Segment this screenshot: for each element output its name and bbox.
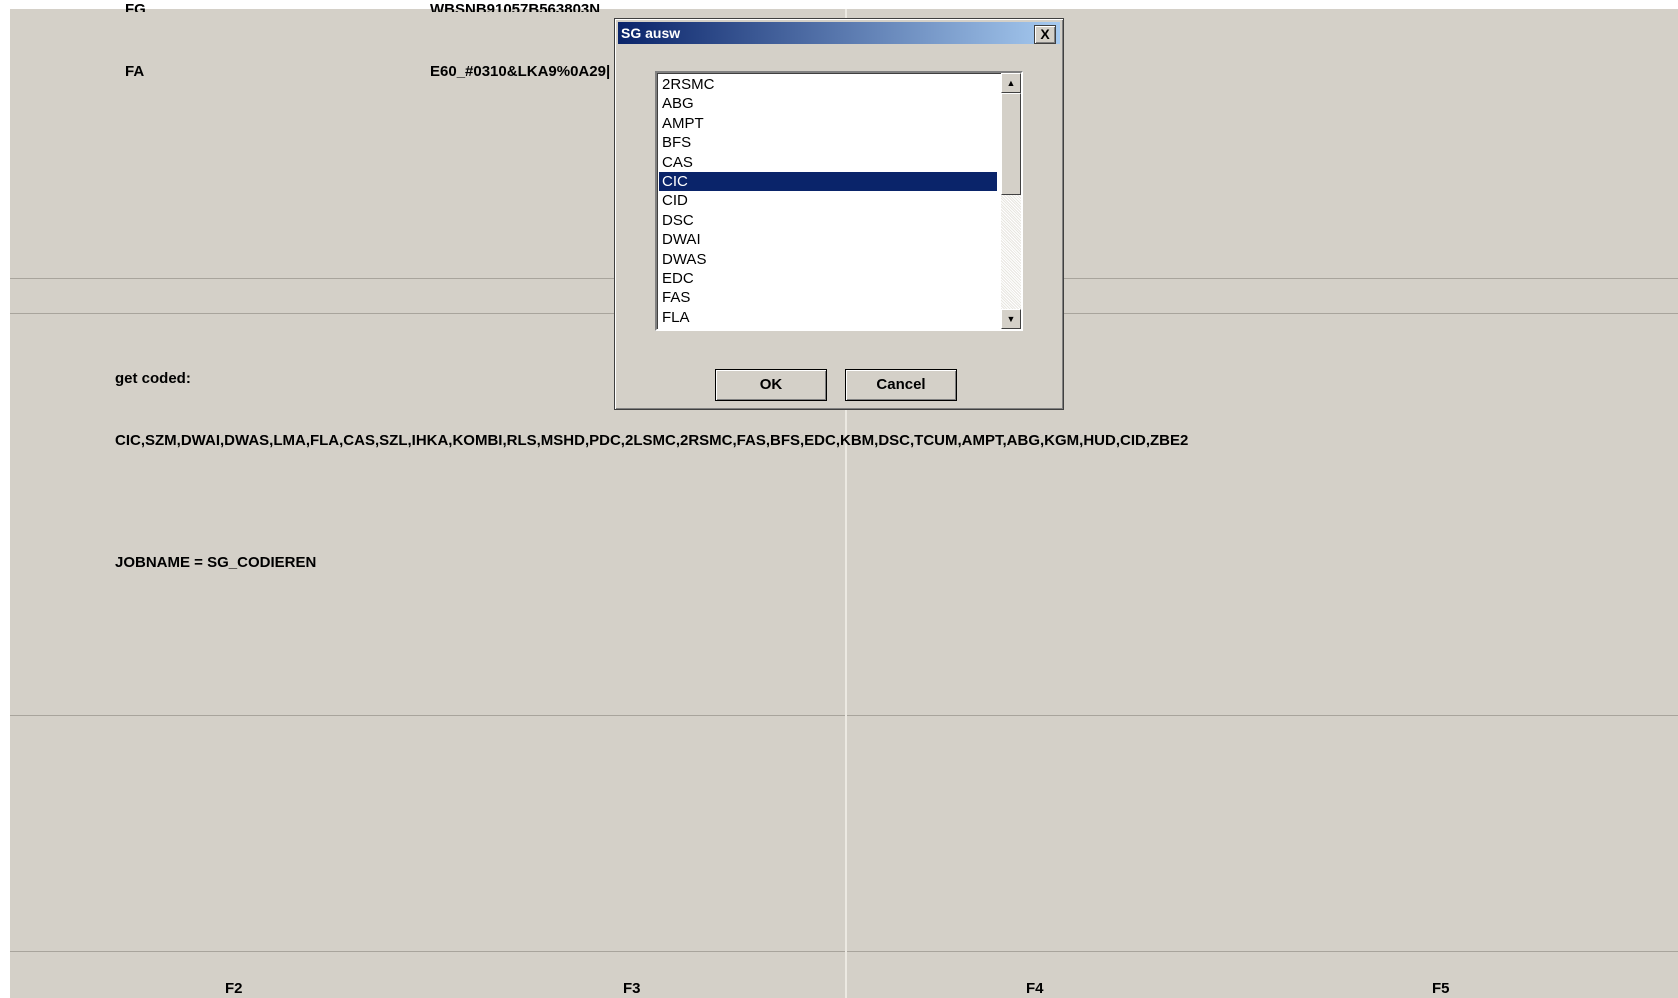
coded-module-list: CIC,SZM,DWAI,DWAS,LMA,FLA,CAS,SZL,IHKA,K…: [115, 432, 1189, 449]
listbox-items: 2RSMC ABG AMPT BFS CAS CIC CID DSC DWAI DWAS EDC FA…: [659, 75, 997, 327]
divider: [10, 951, 1678, 952]
fa-label: FA: [125, 63, 145, 80]
ok-button[interactable]: OK: [715, 369, 827, 401]
list-item[interactable]: DSC: [659, 211, 997, 230]
listbox-scrollbar[interactable]: ▲ ▼: [1001, 73, 1021, 329]
list-item[interactable]: AMPT: [659, 114, 997, 133]
list-item[interactable]: EDC: [659, 269, 997, 288]
list-item[interactable]: ABG: [659, 94, 997, 113]
fkey-f5[interactable]: F5: [1432, 980, 1450, 997]
list-item[interactable]: CIC: [659, 171, 997, 192]
list-item[interactable]: FLA: [659, 308, 997, 327]
scroll-up-icon[interactable]: ▲: [1001, 73, 1021, 93]
dialog-title: SG ausw: [621, 25, 681, 41]
list-item[interactable]: BFS: [659, 133, 997, 152]
scrollbar-thumb[interactable]: [1001, 93, 1021, 195]
scroll-down-icon[interactable]: ▼: [1001, 309, 1021, 329]
list-item[interactable]: FAS: [659, 288, 997, 307]
cancel-button[interactable]: Cancel: [845, 369, 957, 401]
dialog-title-bar[interactable]: SG ausw X: [618, 22, 1060, 44]
fkey-f2[interactable]: F2: [225, 980, 243, 997]
list-item[interactable]: 2RSMC: [659, 75, 997, 94]
fkey-f4[interactable]: F4: [1026, 980, 1044, 997]
module-listbox[interactable]: 2RSMC ABG AMPT BFS CAS CIC CID DSC DWAI DWAS EDC FA…: [655, 71, 1023, 331]
list-item[interactable]: CID: [659, 191, 997, 210]
divider: [10, 715, 1678, 716]
fkey-f3[interactable]: F3: [623, 980, 641, 997]
fa-value: E60_#0310&LKA9%0A29|: [430, 63, 611, 80]
list-item[interactable]: DWAI: [659, 230, 997, 249]
close-icon[interactable]: X: [1034, 25, 1056, 44]
list-item[interactable]: CAS: [659, 153, 997, 172]
sg-select-dialog: SG ausw X 2RSMC ABG AMPT BFS CAS CIC CID DSC DWA…: [614, 18, 1064, 410]
list-item[interactable]: DWAS: [659, 250, 997, 269]
jobname-text: JOBNAME = SG_CODIEREN: [115, 554, 317, 571]
get-coded-label: get coded:: [115, 370, 191, 387]
